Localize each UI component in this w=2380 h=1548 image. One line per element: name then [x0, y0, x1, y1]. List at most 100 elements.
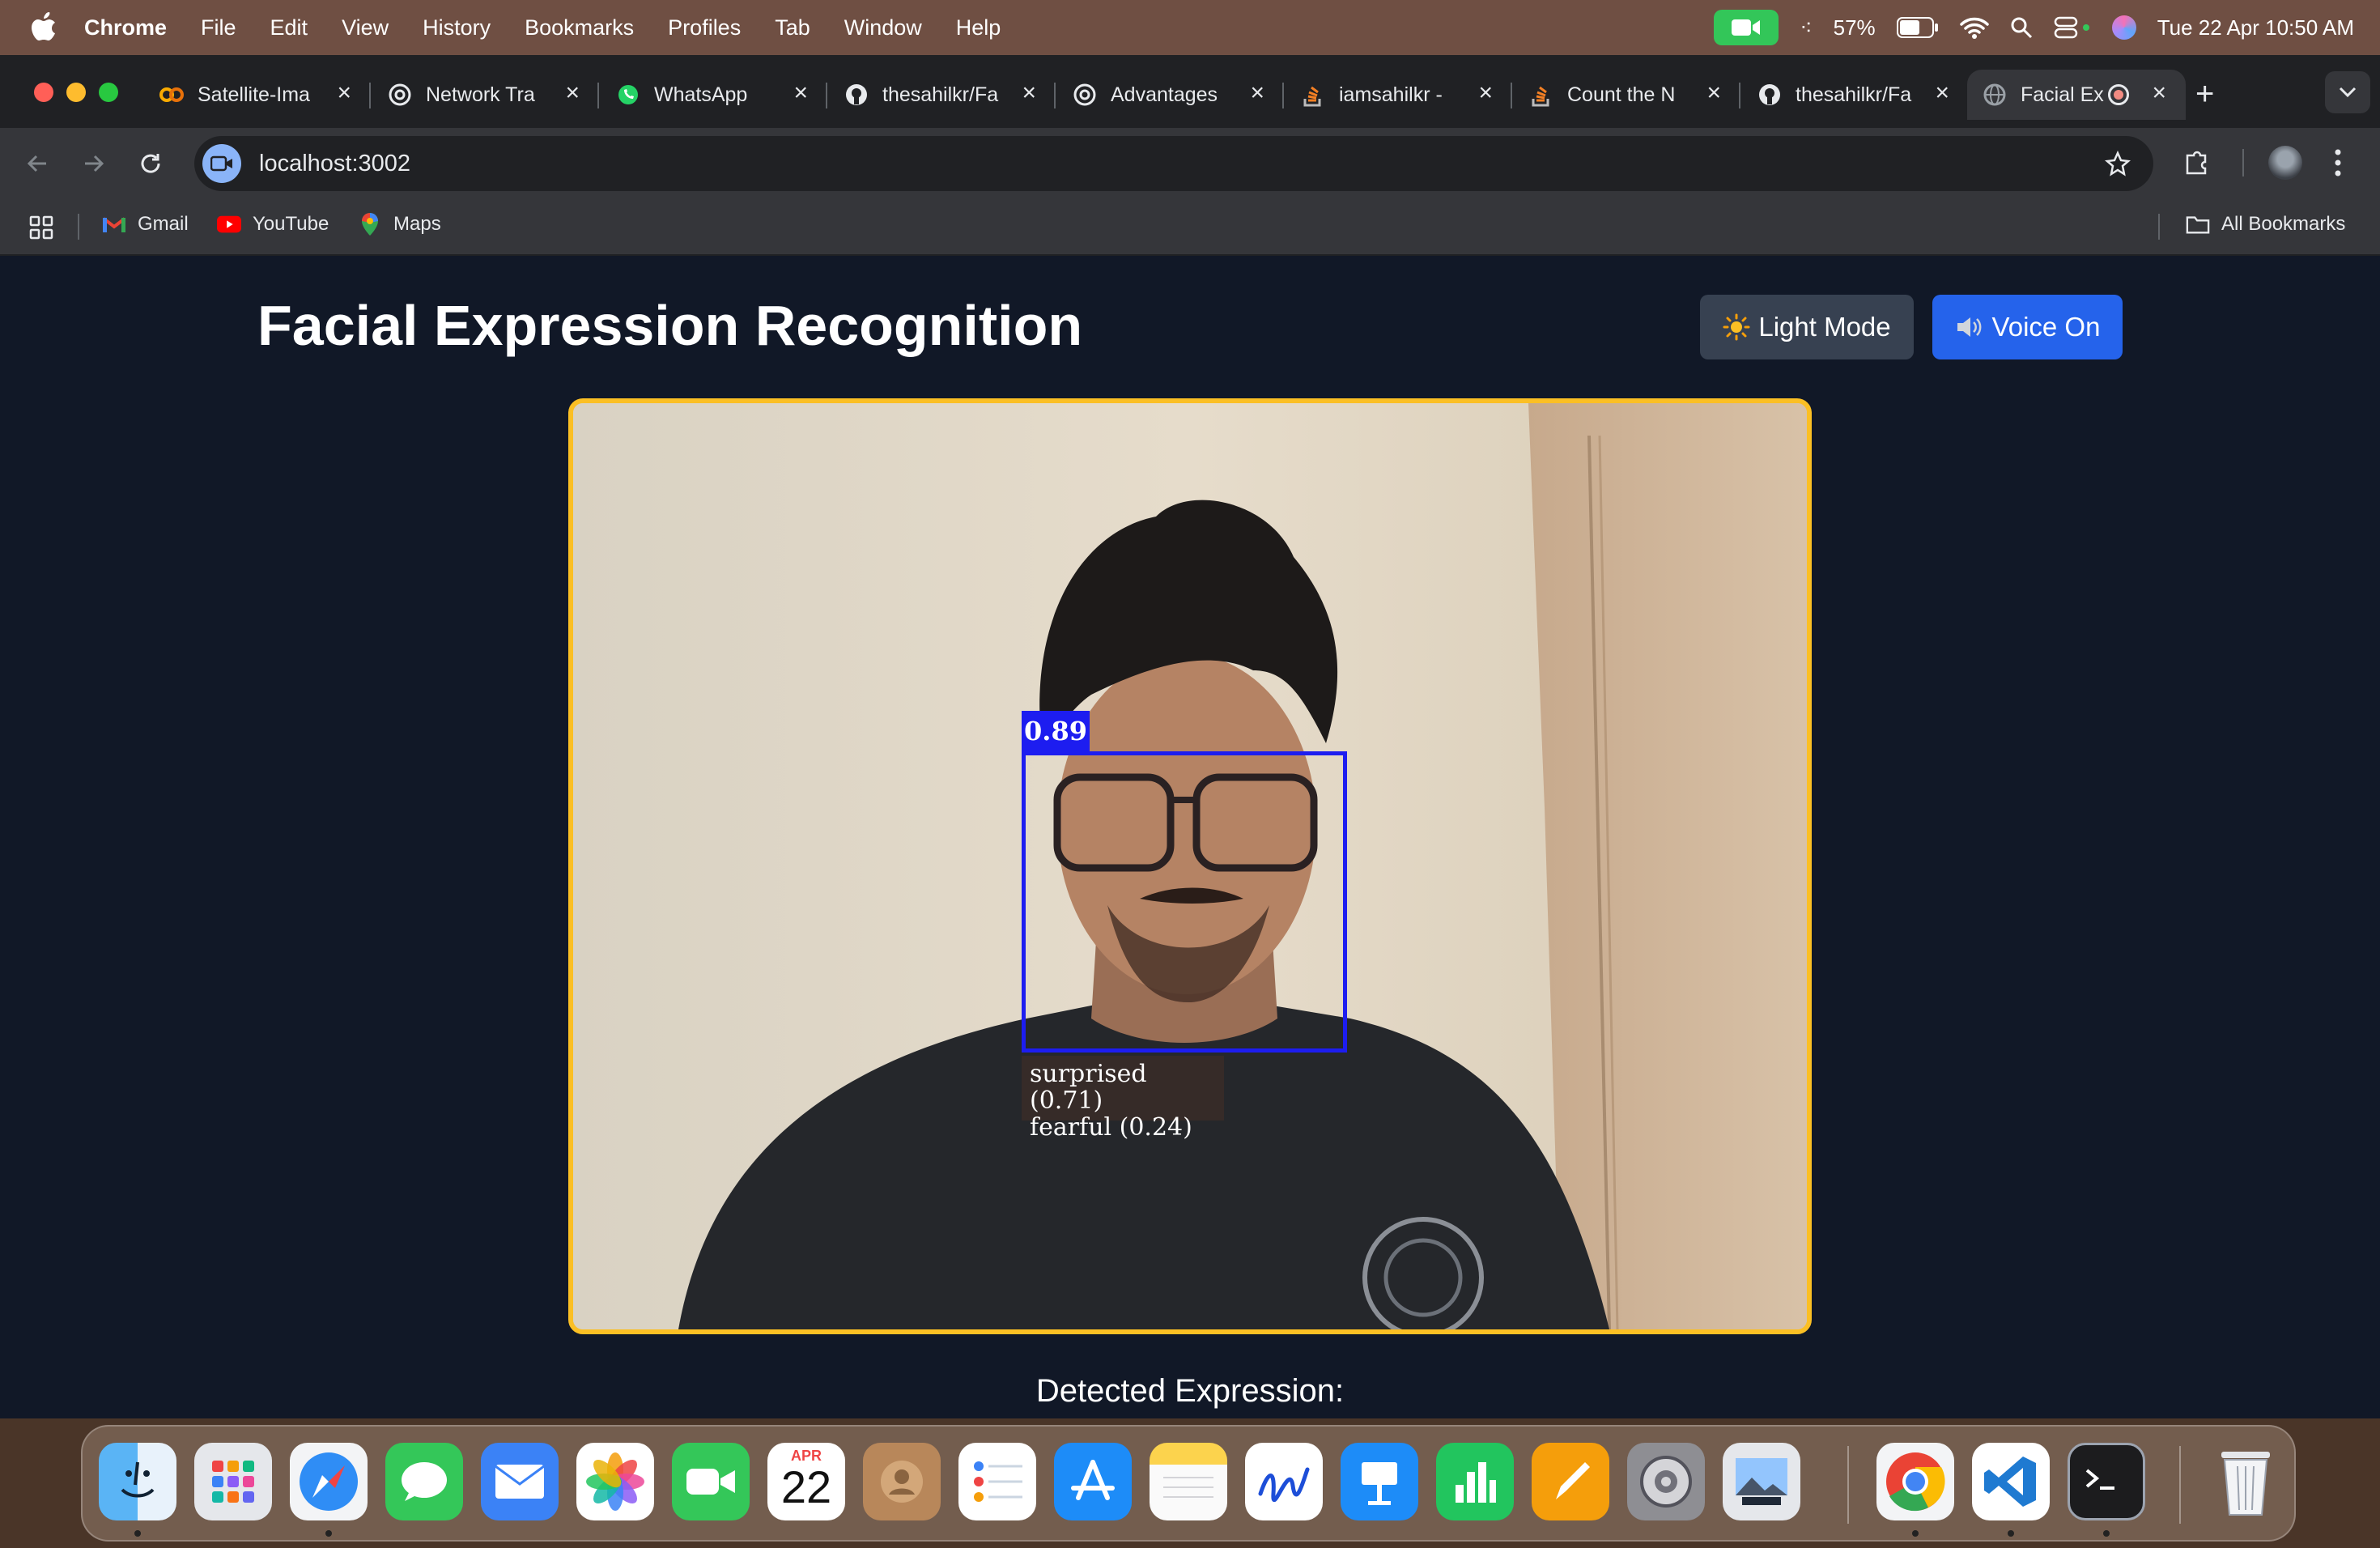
bookmark-label: Maps — [393, 213, 441, 235]
tab-close-icon[interactable]: × — [1478, 79, 1493, 107]
bookmark-maps[interactable]: Maps — [358, 212, 441, 236]
menu-app-name[interactable]: Chrome — [84, 15, 167, 40]
profile-avatar[interactable] — [2268, 146, 2302, 180]
apple-menu-icon[interactable] — [28, 11, 60, 44]
mail-icon[interactable] — [481, 1443, 559, 1520]
tab-close-icon[interactable]: × — [1022, 79, 1036, 107]
running-indicator — [2008, 1530, 2014, 1537]
contacts-icon[interactable] — [863, 1443, 941, 1520]
expression-line-1: surprised (0.71) — [1030, 1060, 1147, 1115]
tab-separator — [1054, 83, 1056, 108]
tab-close-icon[interactable]: × — [1250, 79, 1264, 107]
tab-close-icon[interactable]: × — [565, 79, 580, 107]
colab-icon — [159, 82, 185, 108]
vscode-icon[interactable] — [1972, 1443, 2050, 1520]
detection-score-label: 0.89 — [1022, 711, 1090, 751]
bookmark-star-icon[interactable] — [2105, 151, 2131, 176]
menu-file[interactable]: File — [201, 15, 236, 40]
siri-icon[interactable] — [2111, 15, 2136, 40]
forward-button[interactable] — [76, 146, 112, 181]
reminders-icon[interactable] — [958, 1443, 1036, 1520]
launchpad-icon[interactable] — [194, 1443, 272, 1520]
chrome-icon[interactable] — [1876, 1443, 1954, 1520]
calendar-icon[interactable]: APR 22 — [767, 1443, 845, 1520]
tab-github-2[interactable]: thesahilkr/Fa × — [1742, 70, 1969, 120]
photos-icon[interactable] — [576, 1443, 654, 1520]
tab-title: thesahilkr/Fa — [882, 83, 999, 106]
webcam-video-feed: 0.89 surprised (0.71) fearful (0.24) — [568, 398, 1812, 1334]
dock-separator — [2179, 1446, 2181, 1524]
tab-close-icon[interactable]: × — [1706, 79, 1721, 107]
facetime-camera-indicator-icon[interactable] — [1714, 10, 1779, 45]
tab-separator — [369, 83, 371, 108]
bookmarks-separator — [2158, 214, 2160, 240]
new-tab-button[interactable]: + — [2195, 76, 2214, 113]
tab-stackoverflow-2[interactable]: Count the N × — [1514, 70, 1740, 120]
tab-close-icon[interactable]: × — [1935, 79, 1949, 107]
url-text[interactable]: localhost:3002 — [259, 151, 410, 177]
tab-whatsapp[interactable]: WhatsApp × — [601, 70, 827, 120]
more-menu-icon[interactable] — [2333, 147, 2343, 178]
menu-help[interactable]: Help — [956, 15, 1001, 40]
camera-in-use-icon[interactable] — [202, 144, 241, 183]
notes-icon[interactable] — [1150, 1443, 1227, 1520]
face-bounding-box — [1022, 751, 1347, 1053]
bookmark-youtube[interactable]: YouTube — [217, 212, 329, 236]
facetime-icon[interactable] — [672, 1443, 750, 1520]
safari-icon[interactable] — [290, 1443, 368, 1520]
menu-bookmarks[interactable]: Bookmarks — [525, 15, 634, 40]
calendar-day: 22 — [780, 1461, 832, 1512]
back-button[interactable] — [19, 146, 55, 181]
detected-expression-heading: Detected Expression: — [1035, 1373, 1345, 1409]
tab-network[interactable]: Network Tra × — [372, 70, 599, 120]
bookmark-gmail[interactable]: Gmail — [102, 212, 189, 236]
wifi-icon[interactable] — [1959, 16, 1989, 39]
menu-tab[interactable]: Tab — [775, 15, 810, 40]
pages-icon[interactable] — [1532, 1443, 1609, 1520]
extensions-icon[interactable] — [2182, 147, 2212, 176]
address-bar[interactable]: localhost:3002 — [194, 136, 2153, 191]
battery-icon[interactable] — [1896, 17, 1939, 38]
light-mode-button[interactable]: Light Mode — [1700, 295, 1914, 359]
tab-close-icon[interactable]: × — [2152, 79, 2166, 107]
chevron-down-icon — [2339, 87, 2357, 98]
tab-advantages[interactable]: Advantages × — [1057, 70, 1284, 120]
tab-github-1[interactable]: thesahilkr/Fa × — [829, 70, 1056, 120]
preview-icon[interactable] — [1723, 1443, 1800, 1520]
voice-toggle-button[interactable]: Voice On — [1932, 295, 2123, 359]
menu-edit[interactable]: Edit — [270, 15, 308, 40]
app-store-icon[interactable] — [1054, 1443, 1132, 1520]
trash-icon[interactable] — [2207, 1443, 2284, 1520]
spotlight-search-icon[interactable] — [2010, 16, 2033, 39]
tab-search-button[interactable] — [2325, 71, 2370, 113]
menu-history[interactable]: History — [423, 15, 491, 40]
terminal-icon[interactable] — [2068, 1443, 2145, 1520]
apps-grid-icon[interactable] — [29, 215, 53, 240]
finder-icon[interactable] — [99, 1443, 176, 1520]
tab-title: Advantages — [1111, 83, 1218, 106]
browser-toolbar: localhost:3002 — [0, 128, 2380, 198]
messages-icon[interactable] — [385, 1443, 463, 1520]
spaces-icon[interactable]: ⁖ — [1800, 15, 1812, 40]
keynote-icon[interactable] — [1341, 1443, 1418, 1520]
tab-facial-expression[interactable]: Facial Ex × — [1967, 70, 2186, 120]
browser-tab-strip: Satellite-Ima × Network Tra × WhatsApp ×… — [0, 55, 2380, 128]
reload-button[interactable] — [133, 146, 168, 181]
control-center-icon[interactable] — [2054, 15, 2091, 40]
window-close-button[interactable] — [34, 83, 53, 102]
menubar-clock[interactable]: Tue 22 Apr 10:50 AM — [2157, 15, 2354, 40]
menu-profiles[interactable]: Profiles — [668, 15, 741, 40]
system-settings-icon[interactable] — [1627, 1443, 1705, 1520]
tab-satellite[interactable]: Satellite-Ima × — [144, 70, 371, 120]
arrow-left-icon — [27, 155, 46, 172]
all-bookmarks-button[interactable]: All Bookmarks — [2186, 212, 2345, 236]
tab-close-icon[interactable]: × — [793, 79, 808, 107]
numbers-icon[interactable] — [1436, 1443, 1514, 1520]
tab-stackoverflow-1[interactable]: iamsahilkr - × — [1286, 70, 1512, 120]
freeform-icon[interactable] — [1245, 1443, 1323, 1520]
tab-close-icon[interactable]: × — [337, 79, 351, 107]
window-minimize-button[interactable] — [66, 83, 86, 102]
menu-view[interactable]: View — [342, 15, 389, 40]
window-zoom-button[interactable] — [99, 83, 118, 102]
menu-window[interactable]: Window — [844, 15, 922, 40]
